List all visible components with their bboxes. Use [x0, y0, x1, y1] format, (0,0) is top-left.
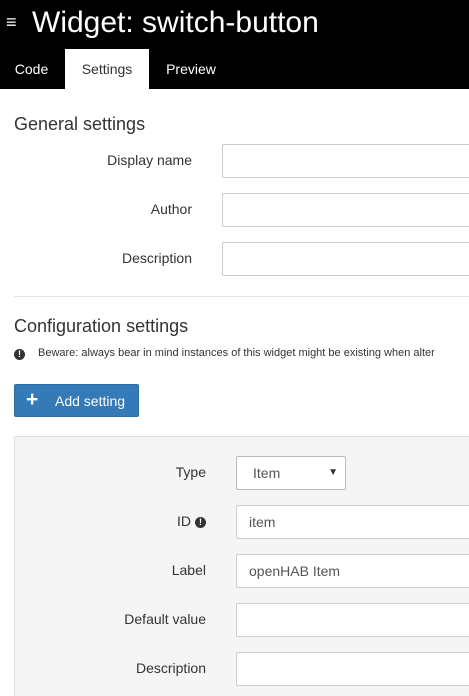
author-label: Author	[150, 201, 192, 217]
exclamation-circle-icon: !	[14, 349, 25, 360]
tab-code[interactable]: Code	[0, 49, 63, 89]
type-select-value: Item	[253, 465, 281, 481]
default-value-label: Default value	[124, 611, 206, 627]
label-input[interactable]: openHAB Item	[236, 554, 469, 588]
hamburger-icon[interactable]: ≡	[6, 13, 17, 31]
description-label: Description	[121, 250, 192, 266]
display-name-input[interactable]	[222, 144, 469, 178]
type-label: Type	[175, 464, 206, 480]
setting-description-input[interactable]	[236, 652, 469, 686]
default-value-input[interactable]	[236, 603, 469, 637]
author-input[interactable]	[222, 193, 469, 227]
description-input[interactable]	[222, 242, 469, 276]
label-label: Label	[171, 562, 206, 578]
general-settings-heading: General settings	[14, 114, 146, 134]
add-setting-label: Add setting	[55, 393, 126, 409]
page-title: Widget: switch-button	[32, 6, 319, 39]
tab-preview[interactable]: Preview	[151, 49, 231, 89]
add-setting-button[interactable]: + Add setting	[14, 384, 139, 417]
id-label-text: ID	[177, 513, 191, 529]
section-divider	[14, 296, 469, 297]
warning-message: Beware: always bear in mind instances of…	[38, 347, 435, 359]
type-select[interactable]: Item ▼	[236, 456, 346, 490]
caret-down-icon: ▼	[328, 467, 338, 478]
tab-settings[interactable]: Settings	[65, 49, 149, 89]
id-input[interactable]: item	[236, 505, 469, 539]
id-label: ID!	[100, 513, 206, 529]
configuration-settings-heading: Configuration settings	[14, 316, 189, 336]
info-circle-icon[interactable]: !	[195, 517, 206, 528]
setting-description-label: Description	[135, 660, 206, 676]
app-header: ≡ Widget: switch-button Code Settings Pr…	[0, 0, 469, 89]
display-name-label: Display name	[107, 152, 192, 168]
plus-icon: +	[26, 388, 39, 411]
